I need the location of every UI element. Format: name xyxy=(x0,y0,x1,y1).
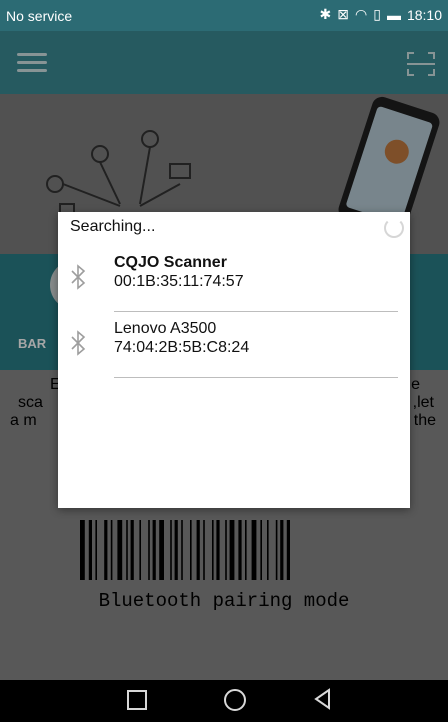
divider xyxy=(114,311,398,312)
device-address: 00:1B:35:11:74:57 xyxy=(114,273,244,290)
status-bar: No service ✱ ⊠ ◠ ▯ ▬ 18:10 xyxy=(0,0,448,31)
carrier-text: No service xyxy=(6,8,73,24)
loading-spinner-icon xyxy=(384,218,404,238)
device-name: Lenovo A3500 xyxy=(114,320,217,337)
back-button[interactable] xyxy=(313,688,333,710)
battery-icon: ▬ xyxy=(386,6,401,23)
dialog-title: Searching... xyxy=(70,218,156,235)
clock-text: 18:10 xyxy=(406,6,442,23)
navigation-bar xyxy=(0,680,448,722)
device-address: 74:04:2B:5B:C8:24 xyxy=(114,339,250,356)
home-button[interactable] xyxy=(224,689,246,711)
bluetooth-search-dialog: Searching... CQJO Scanner 00:1B:35:11:74… xyxy=(58,212,410,508)
recent-apps-button[interactable] xyxy=(127,690,147,710)
device-item[interactable]: Lenovo A3500 74:04:2B:5B:C8:24 xyxy=(58,318,410,378)
mute-icon: ⊠ xyxy=(337,6,350,22)
bluetooth-icon xyxy=(71,264,86,290)
device-item[interactable]: CQJO Scanner 00:1B:35:11:74:57 xyxy=(58,252,410,312)
status-icons: ✱ ⊠ ◠ ▯ ▬ 18:10 xyxy=(320,6,442,23)
bluetooth-icon: ✱ xyxy=(319,6,332,22)
bluetooth-icon xyxy=(71,330,86,356)
divider xyxy=(114,377,398,378)
wifi-icon: ◠ xyxy=(355,6,368,22)
device-name: CQJO Scanner xyxy=(114,254,227,271)
sim-icon: ▯ xyxy=(373,6,381,22)
